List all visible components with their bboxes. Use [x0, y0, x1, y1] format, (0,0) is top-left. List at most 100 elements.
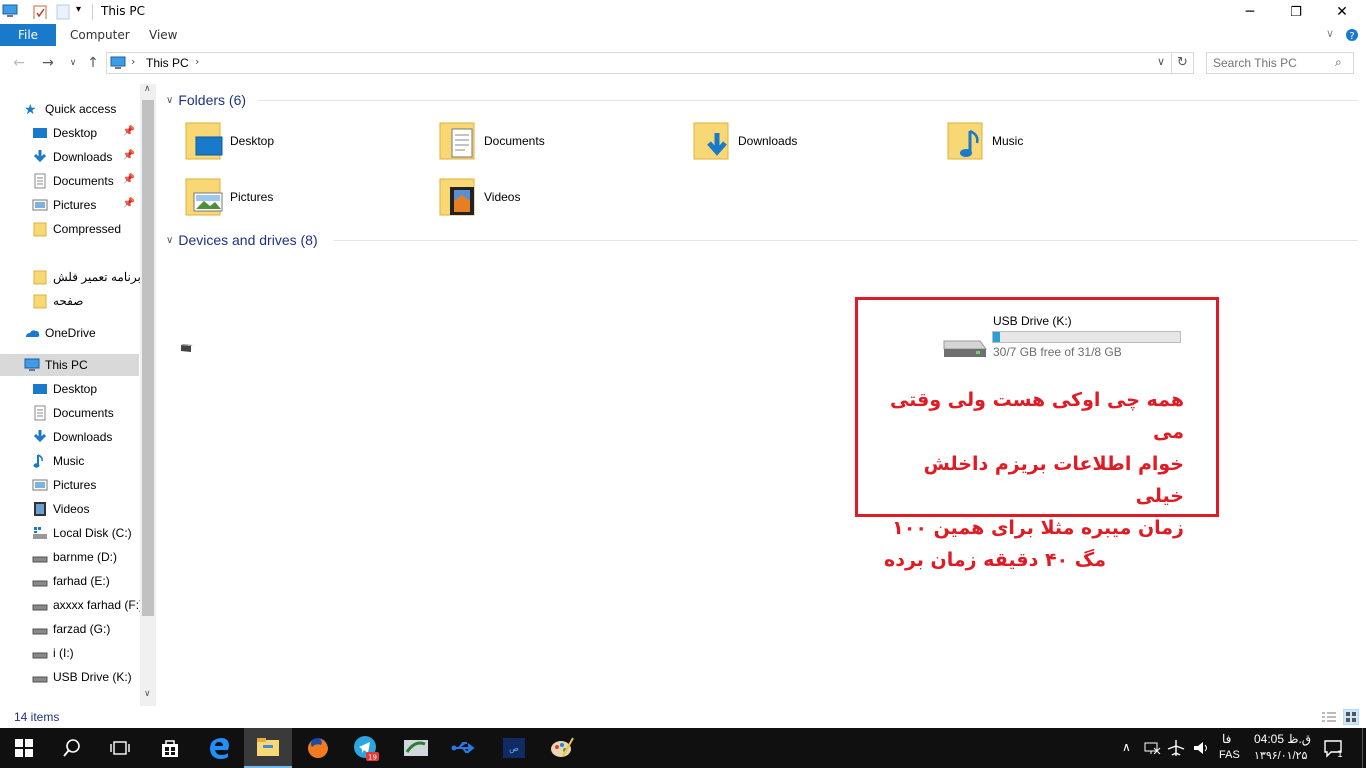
nav-persian-folder-2[interactable]: صفحه — [32, 290, 139, 312]
small-drive-icon[interactable] — [180, 342, 194, 354]
search-icon[interactable]: ⌕ — [1335, 55, 1342, 70]
action-center-icon[interactable]: 1 — [1323, 738, 1345, 758]
folder-tile-desktop[interactable]: Desktop — [184, 116, 434, 166]
close-button[interactable]: ✕ — [1319, 0, 1365, 24]
details-view-icon[interactable] — [1321, 710, 1337, 724]
nav-pc-desktop[interactable]: Desktop — [32, 378, 139, 400]
nav-quick-downloads[interactable]: Downloads 📌 — [32, 146, 139, 168]
taskbar-store[interactable] — [146, 728, 194, 768]
tab-computer[interactable]: Computer — [56, 24, 144, 46]
nav-quick-desktop[interactable]: Desktop 📌 — [32, 122, 139, 144]
downloads-icon — [33, 430, 47, 443]
restore-button[interactable]: ❐ — [1273, 0, 1319, 24]
customize-quick-access-icon[interactable]: ▾ — [76, 4, 81, 15]
nav-drive-f[interactable]: axxxx farhad (F:) — [32, 594, 143, 616]
folder-tile-downloads[interactable]: Downloads — [692, 116, 942, 166]
address-row: ← → ∨ ↑ › This PC › ∨ ↻ ⌕ — [0, 46, 1366, 80]
this-pc-icon[interactable] — [2, 3, 18, 19]
status-bar: 14 items — [0, 706, 1366, 728]
breadcrumb-chevron-icon[interactable]: › — [131, 55, 135, 68]
onedrive-icon — [26, 330, 40, 337]
nav-pc-downloads[interactable]: Downloads — [32, 426, 139, 448]
refresh-button[interactable]: ↻ — [1172, 52, 1194, 74]
address-bar[interactable]: › This PC › ∨ — [106, 52, 1172, 74]
recent-locations-button[interactable]: ∨ — [63, 54, 83, 72]
nav-drive-e[interactable]: farhad (E:) — [32, 570, 139, 592]
help-icon[interactable]: ? — [1345, 28, 1359, 42]
expand-ribbon-icon[interactable]: ∨ — [1326, 27, 1334, 40]
nav-this-pc[interactable]: This PC — [0, 354, 139, 376]
pin-icon[interactable]: 📌 — [123, 198, 135, 209]
large-icons-view-icon[interactable] — [1343, 709, 1359, 725]
scroll-up-icon[interactable]: ∧ — [144, 84, 151, 94]
nav-scrollbar-thumb[interactable] — [142, 100, 154, 616]
nav-persian-folder-1[interactable]: برنامه تعمیر فلش — [32, 266, 141, 288]
drive-icon — [32, 652, 48, 659]
taskbar-paint[interactable] — [538, 728, 586, 768]
taskbar-app-green[interactable] — [392, 728, 440, 768]
taskbar-app-persian[interactable]: ص — [490, 728, 538, 768]
minimize-button[interactable]: ─ — [1227, 0, 1273, 24]
nav-local-disk-c[interactable]: Local Disk (C:) — [32, 522, 139, 544]
task-view-button[interactable] — [96, 728, 144, 768]
search-button[interactable] — [48, 728, 96, 768]
pin-icon[interactable]: 📌 — [123, 174, 135, 185]
language-code[interactable]: FAS — [1219, 749, 1240, 761]
nav-pc-pictures[interactable]: Pictures — [32, 474, 139, 496]
breadcrumb-chevron-icon[interactable]: › — [195, 55, 199, 68]
show-desktop-button[interactable] — [1362, 728, 1366, 768]
chevron-down-icon[interactable]: ∨ — [166, 95, 173, 106]
folder-tile-music[interactable]: Music — [946, 116, 1196, 166]
desktop-folder-icon — [185, 122, 223, 160]
folder-tile-videos[interactable]: Videos — [438, 172, 688, 222]
back-button[interactable]: ← — [9, 54, 29, 72]
up-button[interactable]: ↑ — [83, 54, 103, 72]
tray-overflow-icon[interactable]: ∧ — [1122, 740, 1131, 754]
nav-quick-access[interactable]: ★ Quick access — [24, 98, 139, 120]
nav-quick-pictures[interactable]: Pictures 📌 — [32, 194, 139, 216]
nav-scrollbar[interactable]: ∧ ∨ — [140, 84, 156, 706]
pin-icon[interactable]: 📌 — [123, 150, 135, 161]
breadcrumb-this-pc[interactable]: This PC — [146, 56, 189, 70]
nav-pc-music[interactable]: Music — [32, 450, 139, 472]
nav-drive-d[interactable]: barnme (D:) — [32, 546, 139, 568]
taskbar-edge[interactable] — [196, 728, 244, 768]
taskbar-telegram[interactable]: 19 — [342, 728, 390, 768]
network-disconnected-icon[interactable] — [1143, 740, 1161, 756]
nav-usb-drive-k[interactable]: USB Drive (K:) — [32, 666, 139, 688]
folder-tile-pictures[interactable]: Pictures — [184, 172, 434, 222]
new-folder-icon[interactable] — [56, 4, 70, 20]
nav-quick-documents[interactable]: Documents 📌 — [32, 170, 139, 192]
start-button[interactable] — [0, 728, 48, 768]
taskbar-file-explorer[interactable] — [244, 728, 292, 768]
pin-icon[interactable]: 📌 — [123, 126, 135, 137]
nav-drive-g[interactable]: farzad (G:) — [32, 618, 139, 640]
devices-group-header[interactable]: ∨ Devices and drives (8) — [166, 230, 1358, 250]
nav-onedrive[interactable]: OneDrive — [24, 322, 139, 344]
clock-time[interactable]: 04:05 ق.ظ — [1254, 732, 1311, 746]
folder-tile-documents[interactable]: Documents — [438, 116, 688, 166]
windows-logo-icon — [15, 739, 33, 757]
search-input[interactable] — [1207, 53, 1327, 73]
clock-date[interactable]: ۱۳۹۶/۰۱/۲۵ — [1254, 749, 1307, 762]
volume-icon[interactable] — [1192, 739, 1210, 757]
nav-drive-i[interactable]: i (I:) — [32, 642, 139, 664]
folders-group-header[interactable]: ∨ Folders (6) — [166, 90, 1358, 110]
tab-view[interactable]: View — [135, 24, 191, 46]
taskbar-usb[interactable] — [440, 728, 488, 768]
search-box[interactable]: ⌕ — [1206, 52, 1354, 74]
language-indicator[interactable]: فا — [1222, 732, 1231, 746]
pictures-folder-icon — [185, 178, 223, 216]
nav-pc-videos[interactable]: Videos — [32, 498, 139, 520]
chevron-down-icon[interactable]: ∨ — [166, 235, 173, 246]
nav-quick-compressed[interactable]: Compressed — [32, 218, 139, 240]
tab-file[interactable]: File — [0, 24, 56, 46]
forward-button[interactable]: → — [38, 54, 58, 72]
nav-pc-documents[interactable]: Documents — [32, 402, 139, 424]
properties-icon[interactable] — [32, 3, 48, 19]
scroll-down-icon[interactable]: ∨ — [144, 689, 151, 699]
taskbar-firefox[interactable] — [294, 728, 342, 768]
svg-text:?: ? — [1349, 31, 1354, 42]
address-dropdown-icon[interactable]: ∨ — [1157, 55, 1165, 68]
airplane-mode-icon[interactable] — [1167, 739, 1185, 757]
